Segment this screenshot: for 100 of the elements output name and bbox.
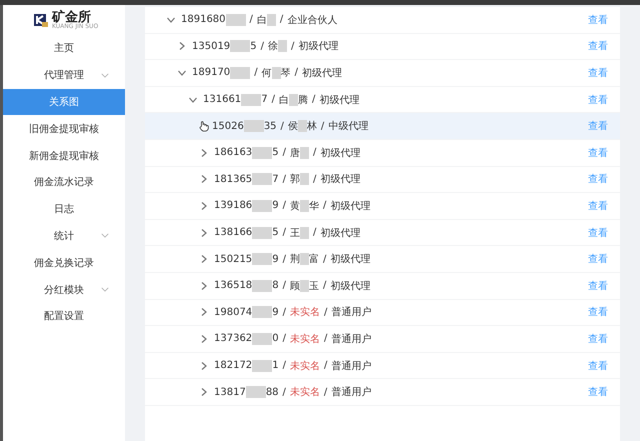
phone-number-fragment: 9 <box>272 200 279 212</box>
redaction-mask <box>252 200 272 212</box>
phone-number-fragment: 1 <box>272 360 279 372</box>
phone-number-fragment: 189170 <box>192 67 230 78</box>
tree-row[interactable]: 198074 9 / 未实名 / 普通用户 查看 <box>145 300 620 326</box>
phone-number-fragment: 9 <box>272 306 279 318</box>
sidebar-item[interactable]: 旧佣金提现审核 <box>3 115 125 142</box>
phone-number-fragment: 181365 <box>214 174 252 185</box>
phone-number-fragment: 0 <box>272 333 279 344</box>
sidebar-item[interactable]: 分红模块 <box>3 276 125 303</box>
user-name: 腾 <box>298 94 308 107</box>
sidebar-item[interactable]: 日志 <box>3 196 125 223</box>
chevron-right-icon[interactable] <box>178 42 186 50</box>
chevron-down-icon[interactable] <box>167 16 175 24</box>
agent-level: 初级代理 <box>330 200 370 213</box>
tree-row[interactable]: 139186 9 / 黄 华 / 初级代理 查看 <box>145 193 620 220</box>
sidebar-item[interactable]: 佣金兑换记录 <box>3 249 125 276</box>
separator: / <box>320 120 324 132</box>
agent-level: 普通用户 <box>331 360 372 373</box>
sidebar-item[interactable]: 代理管理 <box>3 62 125 89</box>
sidebar-item[interactable]: 新佣金提现审核 <box>3 142 125 169</box>
chevron-right-icon[interactable] <box>200 388 208 396</box>
chevron-down-icon <box>101 72 109 78</box>
user-name: 玉 <box>308 280 319 293</box>
user-name: 林 <box>306 120 317 134</box>
user-name: 黄 <box>290 200 300 213</box>
redaction-mask <box>252 146 272 159</box>
separator: / <box>312 94 316 106</box>
logo-wordmark: 矿金所 <box>52 10 91 24</box>
tree-row[interactable]: 150215 9 / 荆 富 / 初级代理 查看 <box>145 246 620 273</box>
tree-row[interactable]: 181365 7 / 郭 / 初级代理 查看 <box>145 166 620 194</box>
user-name: 郭 <box>290 172 300 186</box>
phone-number-fragment: 8 <box>272 280 279 292</box>
separator: / <box>250 14 253 26</box>
phone-number-fragment: 1891680 <box>181 14 226 26</box>
tree-row[interactable]: 135019 5 / 徐 / 初级代理 查看 <box>145 34 620 60</box>
agent-level: 初级代理 <box>298 40 338 54</box>
chevron-right-icon[interactable] <box>200 334 208 343</box>
tree-row[interactable]: 136518 8 / 顾 玉 / 初级代理 查看 <box>145 272 620 300</box>
separator: / <box>322 280 326 292</box>
separator: / <box>282 306 286 318</box>
redaction-mask <box>252 360 272 372</box>
separator: / <box>282 147 286 158</box>
sidebar-item[interactable]: 佣金流水记录 <box>3 168 125 196</box>
separator: / <box>260 40 264 52</box>
tree-row[interactable]: 13817 88 / 未实名 / 普通用户 查看 <box>145 379 620 406</box>
user-name: 华 <box>308 200 319 213</box>
separator: / <box>272 94 275 106</box>
user-name: 琴 <box>280 66 291 80</box>
user-name: 徐 <box>268 40 278 54</box>
separator: / <box>254 67 258 78</box>
chevron-right-icon[interactable] <box>200 228 208 237</box>
chevron-right-icon[interactable] <box>200 175 208 184</box>
sidebar-item[interactable]: 配置设置 <box>3 302 125 330</box>
tree-row[interactable]: 1891680 / 白 / 企业合伙人 查看 <box>145 7 620 34</box>
agent-level: 初级代理 <box>330 252 370 266</box>
user-name: 荆 <box>290 252 300 266</box>
tree-row[interactable]: 138166 5 / 王 / 初级代理 查看 <box>145 220 620 246</box>
agent-level: 企业合伙人 <box>287 14 338 27</box>
chevron-right-icon[interactable] <box>200 202 208 210</box>
redaction-mask <box>252 226 272 239</box>
separator: / <box>324 360 328 372</box>
separator: / <box>312 174 316 185</box>
separator: / <box>282 254 286 265</box>
redaction-mask <box>252 173 272 186</box>
logo-icon <box>33 12 49 28</box>
tree-row[interactable]: 189170 / 何 琴 / 初级代理 查看 <box>145 60 620 87</box>
chevron-right-icon[interactable] <box>200 282 208 290</box>
tree-row[interactable]: 186163 5 / 唐 / 初级代理 查看 <box>145 140 620 167</box>
tree-row[interactable]: 182172 1 / 未实名 / 普通用户 查看 <box>145 352 620 380</box>
redaction-mask <box>252 253 272 266</box>
separator: / <box>280 120 284 132</box>
agent-level: 初级代理 <box>320 226 360 240</box>
chevron-right-icon[interactable] <box>200 148 208 157</box>
phone-number-fragment: 137362 <box>214 333 252 344</box>
separator: / <box>282 280 286 292</box>
tree-row[interactable]: 15026 35 / 侯 林 / 中级代理 查看 <box>145 113 620 140</box>
user-name: 顾 <box>290 280 300 293</box>
sidebar-item[interactable]: 主页 <box>3 35 125 62</box>
separator: / <box>322 200 326 212</box>
redaction-mask <box>230 40 250 52</box>
user-name: 唐 <box>290 146 300 160</box>
tree-row[interactable]: 137362 0 / 未实名 / 普通用户 查看 <box>145 326 620 353</box>
phone-number-fragment: 198074 <box>214 306 252 318</box>
phone-number-fragment: 182172 <box>214 360 252 372</box>
chevron-right-icon[interactable] <box>200 255 208 264</box>
chevron-down-icon[interactable] <box>178 68 186 77</box>
sidebar-item[interactable]: 统计 <box>3 222 125 250</box>
chevron-right-icon[interactable] <box>200 308 208 316</box>
agent-level: 中级代理 <box>328 120 368 134</box>
redaction-mask <box>230 66 250 79</box>
chevron-down-icon <box>101 233 109 238</box>
phone-number-fragment: 138166 <box>214 227 252 238</box>
phone-number-fragment: 7 <box>272 174 279 185</box>
chevron-right-icon[interactable] <box>200 362 208 370</box>
phone-number-fragment: 136518 <box>214 280 252 292</box>
chevron-down-icon[interactable] <box>189 96 197 104</box>
separator: / <box>282 174 286 185</box>
agent-level: 普通用户 <box>331 306 372 320</box>
separator: / <box>282 200 286 212</box>
